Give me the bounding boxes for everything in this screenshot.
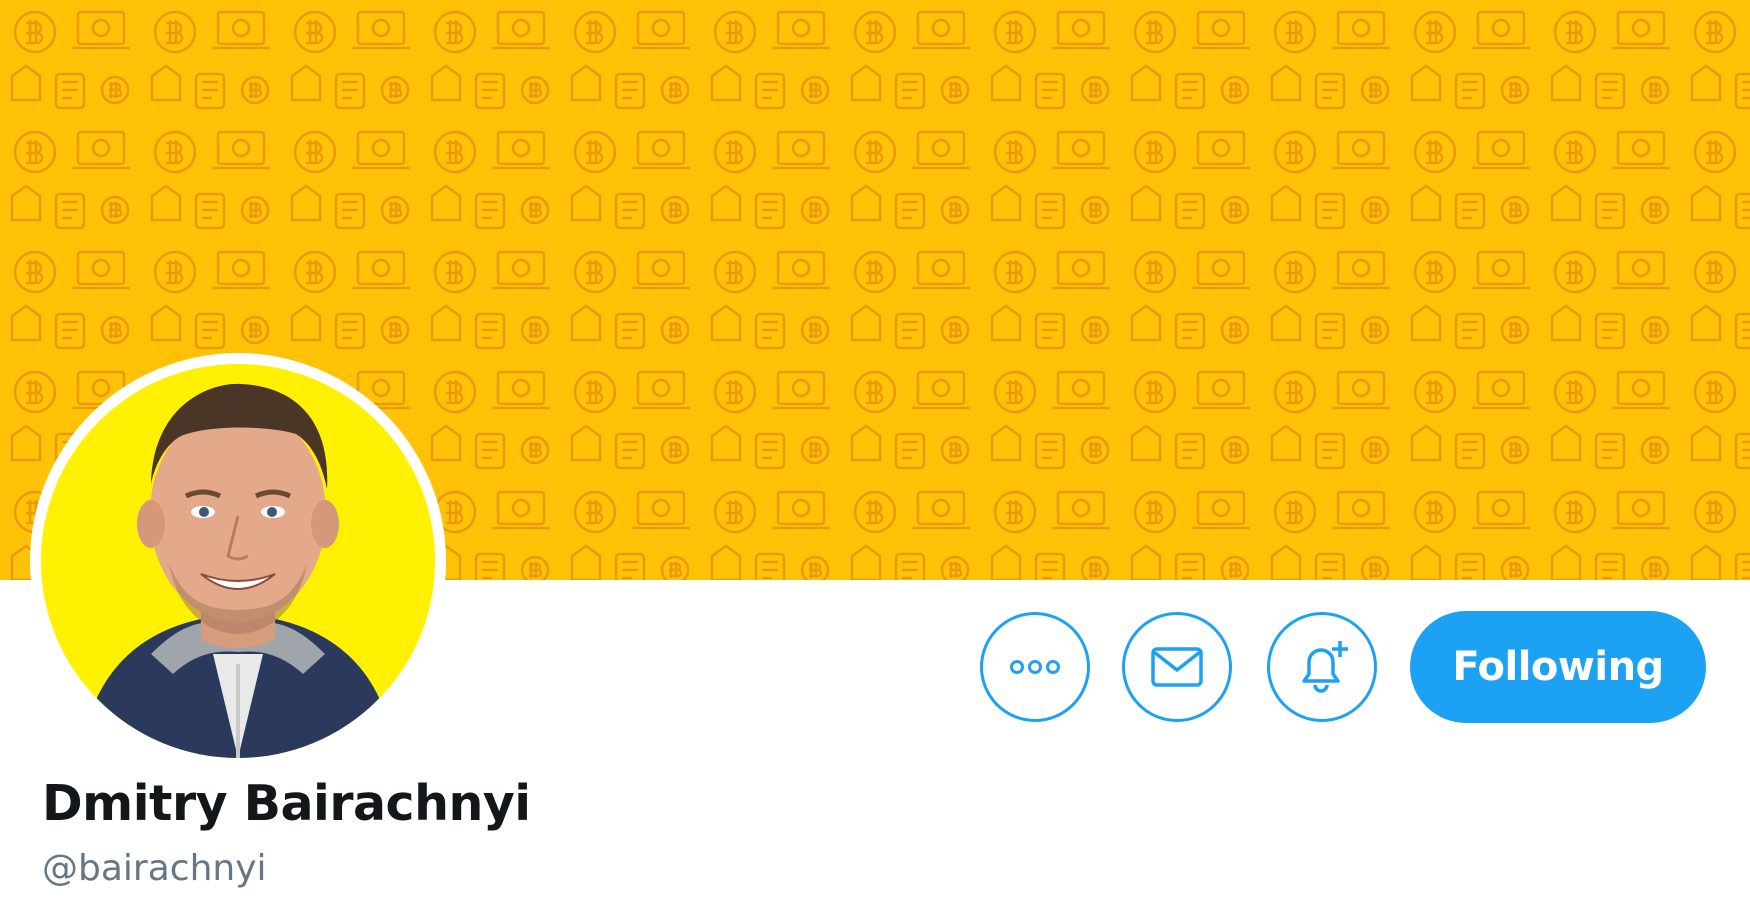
envelope-icon	[1151, 647, 1203, 687]
profile-handle: @bairachnyi	[42, 848, 267, 889]
message-button[interactable]	[1122, 612, 1232, 722]
avatar-portrait	[41, 364, 435, 758]
following-button[interactable]: Following	[1410, 611, 1706, 723]
more-button[interactable]	[980, 612, 1090, 722]
notifications-button[interactable]	[1267, 612, 1377, 722]
profile-display-name: Dmitry Bairachnyi	[42, 775, 531, 832]
avatar[interactable]	[41, 364, 435, 758]
more-dots-icon	[1010, 660, 1060, 674]
bell-plus-icon	[1302, 641, 1348, 693]
